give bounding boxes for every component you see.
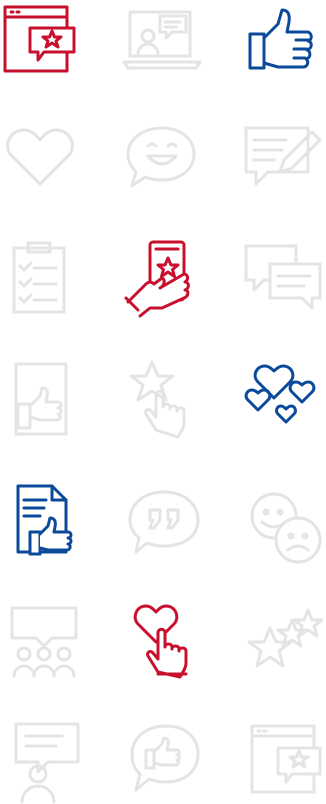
heart-icon	[0, 122, 80, 202]
heart-tap-icon	[128, 602, 208, 682]
thumbs-up-frame-icon	[0, 360, 80, 440]
presenter-icon	[12, 722, 92, 804]
happy-sad-faces-icon	[246, 488, 326, 568]
web-rating-icon	[248, 720, 326, 800]
thumbs-up-icon	[244, 2, 324, 82]
hearts-icon	[244, 360, 324, 440]
like-bubble-icon	[126, 724, 206, 804]
star-tap-icon	[122, 360, 202, 440]
phone-rating-star-icon	[122, 240, 202, 320]
document-thumbs-up-icon	[4, 484, 84, 564]
write-feedback-icon	[244, 122, 324, 202]
smile-speech-bubble-icon	[122, 122, 202, 202]
quote-bubble-icon	[124, 486, 204, 566]
browser-review-star-icon	[0, 2, 80, 82]
group-discussion-icon	[8, 604, 88, 684]
chat-bubbles-icon	[244, 240, 324, 320]
stars-rating-icon	[247, 606, 326, 686]
laptop-video-chat-icon	[122, 2, 202, 82]
icon-grid	[0, 0, 326, 804]
checklist-clipboard-icon	[0, 240, 80, 320]
